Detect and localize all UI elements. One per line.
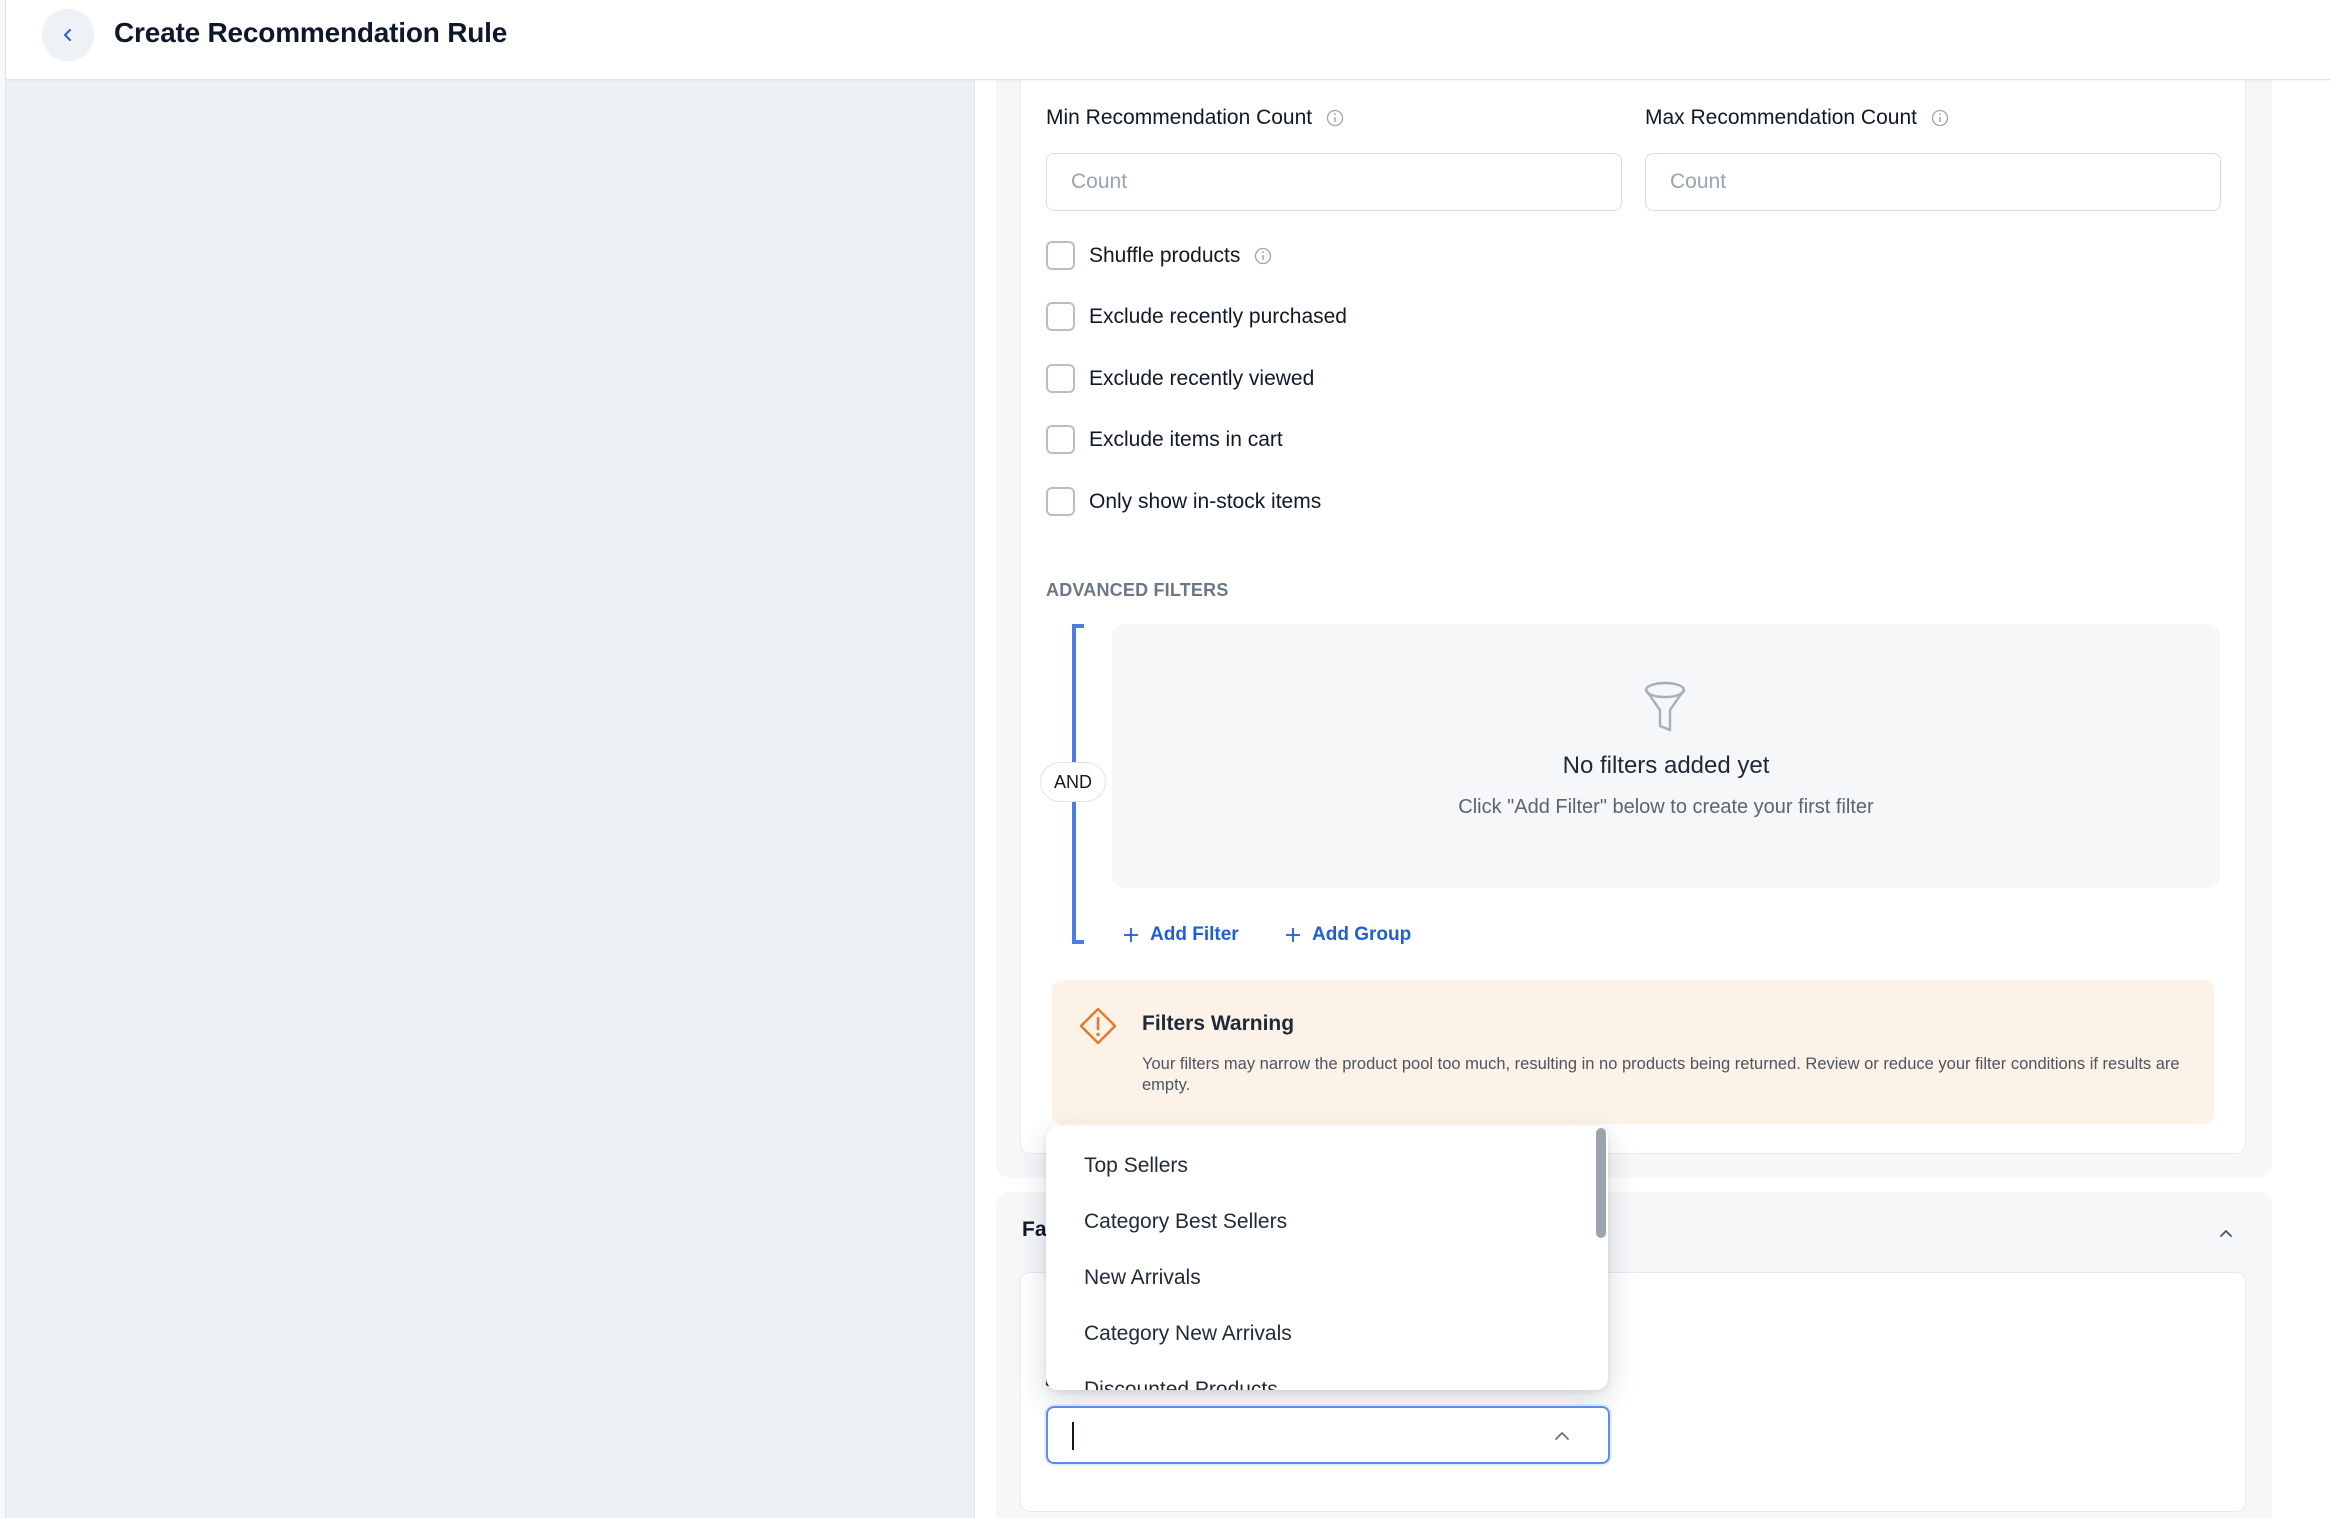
only-in-stock-checkbox[interactable] bbox=[1046, 487, 1075, 516]
exclude-recently-viewed-option[interactable]: Exclude recently viewed bbox=[1046, 364, 1314, 393]
logic-operator-toggle[interactable]: AND bbox=[1040, 762, 1106, 802]
top-bar: Create Recommendation Rule bbox=[6, 0, 2330, 80]
chevron-left-icon bbox=[64, 29, 71, 41]
add-group-button[interactable]: Add Group bbox=[1284, 924, 1411, 946]
chevron-up-icon bbox=[2220, 1230, 2232, 1237]
add-filter-button[interactable]: Add Filter bbox=[1122, 924, 1239, 946]
filter-group-bracket-top bbox=[1072, 624, 1084, 628]
exclude-items-in-cart-checkbox[interactable] bbox=[1046, 425, 1075, 454]
shuffle-products-checkbox[interactable] bbox=[1046, 241, 1075, 270]
app-root: Create Recommendation Rule Min Recommend… bbox=[0, 0, 2330, 1518]
dropdown-option-category-best-sellers[interactable]: Category Best Sellers bbox=[1046, 1194, 1608, 1250]
advanced-filters-heading: ADVANCED FILTERS bbox=[1046, 580, 1229, 600]
dropdown-options-list: Top Sellers Category Best Sellers New Ar… bbox=[1046, 1126, 1608, 1390]
second-section-title[interactable]: Fa bbox=[1022, 1218, 1047, 1242]
warning-diamond-icon bbox=[1079, 1007, 1117, 1045]
max-count-input[interactable] bbox=[1645, 153, 2221, 211]
empty-state-title: No filters added yet bbox=[1562, 752, 1770, 779]
collapse-section-button[interactable] bbox=[2214, 1222, 2238, 1246]
info-icon[interactable] bbox=[1931, 109, 1949, 127]
exclude-recently-viewed-checkbox[interactable] bbox=[1046, 364, 1075, 393]
dropdown-option-top-sellers[interactable]: Top Sellers bbox=[1046, 1138, 1608, 1194]
filter-group-bracket-bottom bbox=[1072, 940, 1084, 944]
filters-empty-state: No filters added yet Click "Add Filter" … bbox=[1112, 624, 2220, 888]
dropdown-option-category-new-arrivals[interactable]: Category New Arrivals bbox=[1046, 1306, 1608, 1362]
dropdown-option-new-arrivals[interactable]: New Arrivals bbox=[1046, 1250, 1608, 1306]
plus-icon bbox=[1286, 928, 1300, 942]
min-count-input[interactable] bbox=[1046, 153, 1622, 211]
plus-icon bbox=[1124, 928, 1138, 942]
exclude-recently-purchased-checkbox[interactable] bbox=[1046, 302, 1075, 331]
dropdown-option-discounted-products[interactable]: Discounted Products bbox=[1046, 1362, 1608, 1390]
exclude-recently-purchased-option[interactable]: Exclude recently purchased bbox=[1046, 302, 1347, 331]
back-button[interactable] bbox=[42, 9, 94, 61]
warning-title: Filters Warning bbox=[1142, 1012, 1295, 1035]
algorithm-select-input[interactable] bbox=[1046, 1406, 1610, 1464]
filters-warning-banner: Filters Warning Your filters may narrow … bbox=[1052, 980, 2214, 1124]
algorithm-dropdown-menu[interactable]: Top Sellers Category Best Sellers New Ar… bbox=[1046, 1126, 1608, 1390]
exclude-items-in-cart-option[interactable]: Exclude items in cart bbox=[1046, 425, 1283, 454]
empty-state-subtitle: Click "Add Filter" below to create your … bbox=[1458, 796, 1874, 818]
only-in-stock-option[interactable]: Only show in-stock items bbox=[1046, 487, 1321, 516]
max-count-label: Max Recommendation Count bbox=[1645, 106, 1949, 130]
info-icon[interactable] bbox=[1326, 109, 1344, 127]
text-cursor bbox=[1072, 1422, 1074, 1450]
page-title: Create Recommendation Rule bbox=[114, 17, 508, 48]
preview-canvas bbox=[6, 80, 974, 1518]
info-icon[interactable] bbox=[1254, 247, 1272, 265]
warning-message: Your filters may narrow the product pool… bbox=[1142, 1055, 2180, 1094]
shuffle-products-option[interactable]: Shuffle products bbox=[1046, 241, 1272, 270]
min-count-label: Min Recommendation Count bbox=[1046, 106, 1344, 130]
funnel-icon bbox=[1644, 681, 1686, 732]
dropdown-scrollbar[interactable] bbox=[1596, 1128, 1606, 1238]
chevron-up-icon[interactable] bbox=[1550, 1424, 1574, 1448]
